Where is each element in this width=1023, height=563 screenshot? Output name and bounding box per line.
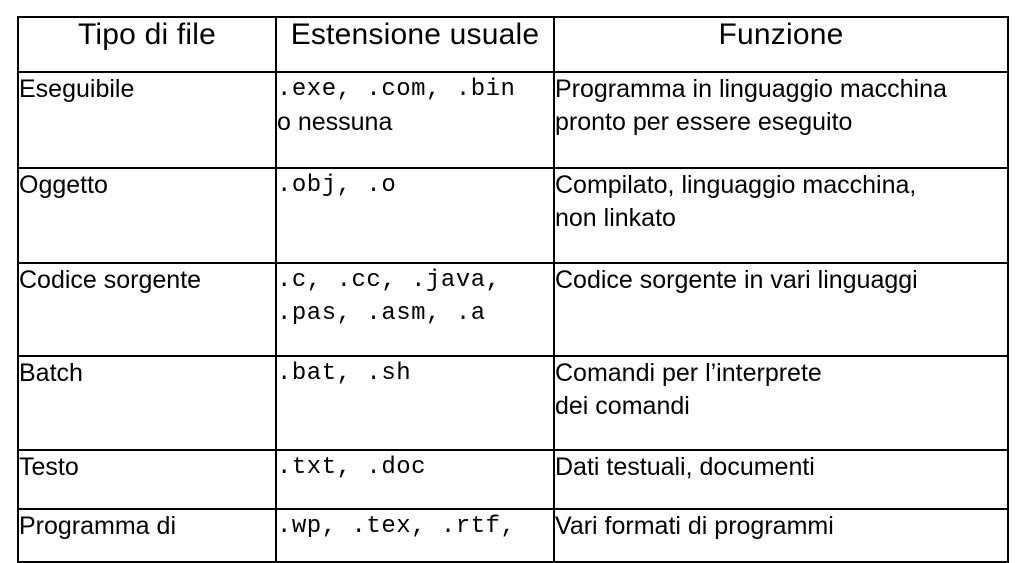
- estensione-mono: .txt, .doc: [277, 454, 427, 481]
- cell-funzione: Comandi per l’interprete dei comandi: [553, 355, 1009, 451]
- table-row: Codice sorgente .c, .cc, .java, .pas, .a…: [17, 262, 1009, 357]
- estensione-mono: .wp, .tex, .rtf,: [277, 513, 516, 540]
- cell-estensione: .exe, .com, .bin o nessuna: [275, 71, 555, 169]
- estensione-mono: .exe, .com, .bin: [277, 76, 516, 103]
- cell-estensione: .obj, .o: [275, 167, 555, 264]
- file-types-table: Tipo di file Estensione usuale Funzione …: [17, 16, 1009, 563]
- funzione-line-2: pronto per essere eseguito: [555, 108, 853, 136]
- cell-tipo: Batch: [17, 355, 277, 451]
- funzione-line-2: dei comandi: [555, 392, 690, 420]
- funzione-line-1: Compilato, linguaggio macchina,: [555, 171, 917, 199]
- estensione-mono: .obj, .o: [277, 172, 397, 199]
- cell-funzione: Programma in linguaggio macchina pronto …: [553, 71, 1009, 169]
- funzione-line-1: Programma in linguaggio macchina: [555, 75, 947, 103]
- funzione-line-1: Dati testuali, documenti: [555, 453, 815, 481]
- cell-tipo: Oggetto: [17, 167, 277, 264]
- tipo-label: Codice sorgente: [19, 266, 202, 294]
- cell-tipo: Programma di: [17, 508, 277, 563]
- table-row: Eseguibile .exe, .com, .bin o nessuna Pr…: [17, 71, 1009, 169]
- column-header-estensione-usuale: Estensione usuale: [275, 16, 555, 73]
- cell-funzione: Compilato, linguaggio macchina, non link…: [553, 167, 1009, 264]
- cell-estensione: .c, .cc, .java, .pas, .asm, .a: [275, 262, 555, 357]
- estensione-mono: .bat, .sh: [277, 360, 412, 387]
- tipo-label: Eseguibile: [19, 75, 135, 103]
- estensione-mono: .c, .cc, .java,: [277, 267, 501, 294]
- funzione-line-1: Codice sorgente in vari linguaggi: [555, 266, 918, 294]
- funzione-line-1: Vari formati di programmi: [555, 512, 834, 540]
- table-row: Testo .txt, .doc Dati testuali, document…: [17, 449, 1009, 510]
- tipo-label: Programma di: [19, 512, 176, 540]
- table-row: Oggetto .obj, .o Compilato, linguaggio m…: [17, 167, 1009, 264]
- tipo-label: Testo: [19, 453, 79, 481]
- cell-tipo: Testo: [17, 449, 277, 510]
- table-header: Tipo di file Estensione usuale Funzione: [17, 16, 1009, 73]
- table-header-row: Tipo di file Estensione usuale Funzione: [17, 16, 1009, 73]
- table-row: Batch .bat, .sh Comandi per l’interprete…: [17, 355, 1009, 451]
- cell-funzione: Vari formati di programmi: [553, 508, 1009, 563]
- cell-tipo: Codice sorgente: [17, 262, 277, 357]
- funzione-line-2: non linkato: [555, 204, 676, 232]
- estensione-note: o nessuna: [277, 108, 393, 136]
- tipo-label: Batch: [19, 359, 83, 387]
- cell-funzione: Codice sorgente in vari linguaggi: [553, 262, 1009, 357]
- column-header-tipo-di-file: Tipo di file: [17, 16, 277, 73]
- cell-tipo: Eseguibile: [17, 71, 277, 169]
- column-header-funzione: Funzione: [553, 16, 1009, 73]
- tipo-label: Oggetto: [19, 171, 108, 199]
- cell-funzione: Dati testuali, documenti: [553, 449, 1009, 510]
- table-body: Eseguibile .exe, .com, .bin o nessuna Pr…: [17, 71, 1009, 563]
- cell-estensione: .txt, .doc: [275, 449, 555, 510]
- table-row: Programma di .wp, .tex, .rtf, Vari forma…: [17, 508, 1009, 563]
- funzione-line-1: Comandi per l’interprete: [555, 359, 822, 387]
- cell-estensione: .bat, .sh: [275, 355, 555, 451]
- cell-estensione: .wp, .tex, .rtf,: [275, 508, 555, 563]
- estensione-mono-2: .pas, .asm, .a: [277, 300, 486, 327]
